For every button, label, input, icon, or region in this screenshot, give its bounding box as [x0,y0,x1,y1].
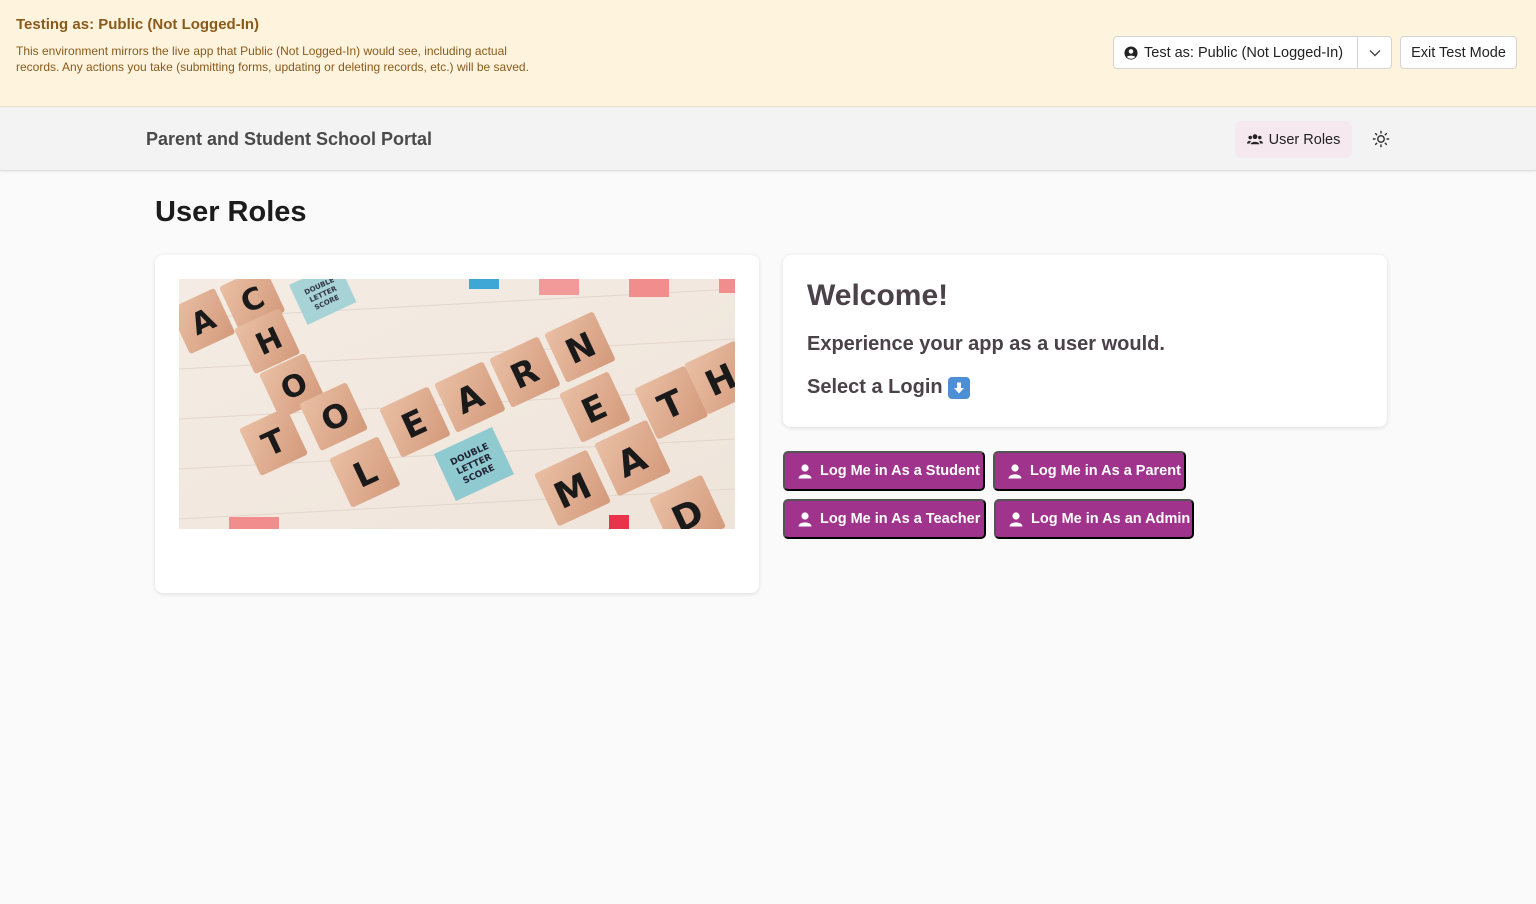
login-parent-label: Log Me in As a Parent [1030,463,1181,479]
login-admin-button[interactable]: Log Me in As an Admin [994,499,1194,539]
select-login-text: Select a Login [807,376,943,398]
test-role-select[interactable]: Test as: Public (Not Logged-In) [1113,36,1392,69]
select-login-prompt: Select a Login [807,376,970,399]
test-mode-banner: Testing as: Public (Not Logged-In) This … [0,0,1536,107]
welcome-card: Welcome! Experience your app as a user w… [783,255,1387,427]
hero-image-card: DOUBLE LETTER SCORE DOUBLE LETTER SCORE … [155,255,759,593]
user-icon [1008,463,1022,478]
sun-icon[interactable] [1369,127,1393,151]
user-icon [798,463,812,478]
app-title[interactable]: Parent and Student School Portal [146,129,432,150]
login-parent-button[interactable]: Log Me in As a Parent [993,451,1186,491]
arrow-down-icon [947,376,970,399]
test-role-select-label[interactable]: Test as: Public (Not Logged-In) [1114,37,1358,68]
user-circle-icon [1124,45,1138,60]
login-student-button[interactable]: Log Me in As a Student [783,451,985,491]
users-icon [1246,134,1263,145]
nav-item-user-roles[interactable]: User Roles [1235,121,1352,158]
welcome-subheading: Experience your app as a user would. [807,333,1165,355]
nav-item-user-roles-label: User Roles [1268,131,1341,148]
banner-title: Testing as: Public (Not Logged-In) [16,16,260,33]
login-student-label: Log Me in As a Student [820,463,980,479]
scrabble-hero-image: DOUBLE LETTER SCORE DOUBLE LETTER SCORE … [179,279,735,529]
login-admin-label: Log Me in As an Admin [1031,511,1191,527]
test-role-select-text: Test as: Public (Not Logged-In) [1144,44,1344,61]
top-navbar: Parent and Student School Portal User Ro… [0,107,1536,171]
login-teacher-button[interactable]: Log Me in As a Teacher [783,499,986,539]
user-icon [798,511,812,526]
user-icon [1009,511,1023,526]
login-teacher-label: Log Me in As a Teacher [820,511,981,527]
page-title: User Roles [155,196,307,228]
welcome-heading: Welcome! [807,279,949,312]
banner-description: This environment mirrors the live app th… [16,44,529,74]
exit-test-mode-button[interactable]: Exit Test Mode [1400,36,1517,69]
chevron-down-icon[interactable] [1358,37,1391,68]
